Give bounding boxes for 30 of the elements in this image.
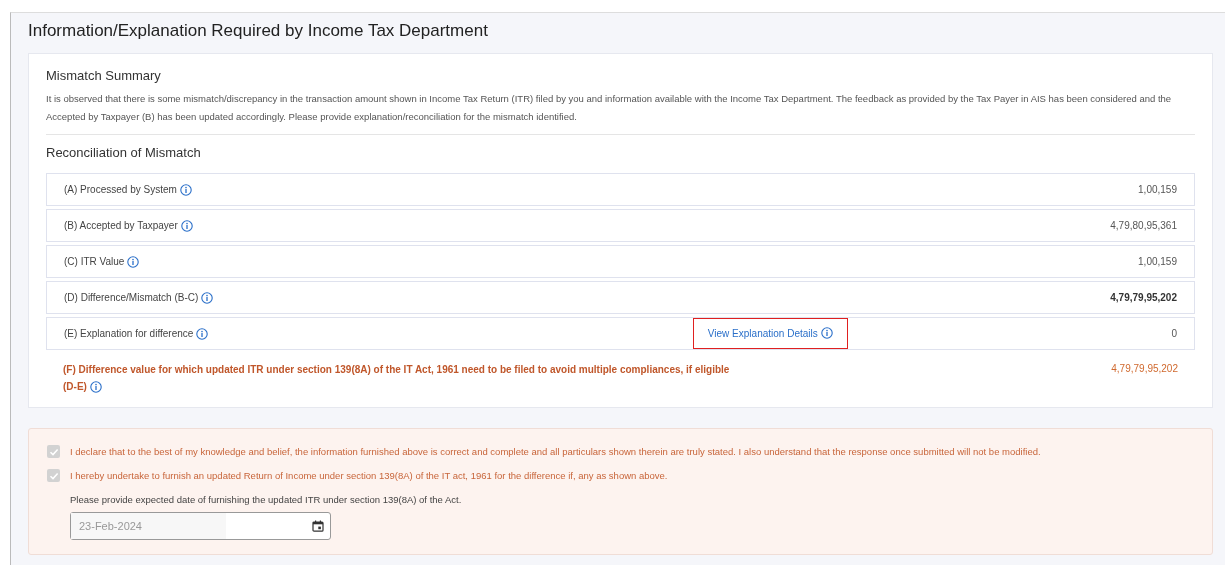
section-heading: Reconciliation of Mismatch	[46, 145, 202, 161]
summary-text: It is observed that there is some mismatch/discrepancy in the transaction amount shown in Income Tax Return (ITR) filed by you and information available with the Income Tax Department. The feedback as provided by the Tax Payer in AIS has been considered and the Accepted by Taxpayer (B) has been updated accordingly. Please provide explanation/reconciliation for the mismatch identified.	[46, 90, 1195, 135]
row-label: (E) Explanation for difference	[64, 327, 194, 339]
field-label: Please provide expected date of furnishing the updated ITR under section 139(8A) of the Act.	[70, 493, 463, 508]
row-value: 0	[1171, 326, 1177, 341]
view-details-link[interactable]: View Explanation Details	[692, 317, 848, 349]
row-value: 4,79,79,95,202	[1111, 361, 1178, 376]
info-icon[interactable]	[89, 380, 102, 393]
section-heading: Mismatch Summary	[46, 68, 162, 84]
info-icon[interactable]	[127, 255, 140, 268]
row-label: (F) Difference value for which updated ITR under section 139(8A) of the IT Act, 1961 need to be filed to avoid multiple compliances, if eligible	[63, 362, 730, 377]
declaration-text: I hereby undertake to furnish an updated Return of Income under section 139(8A) of the IT act, 1961 for the difference if, any as shown above.	[70, 468, 668, 483]
row-label: (D-E)	[63, 380, 87, 392]
calendar-icon[interactable]	[312, 520, 324, 533]
row-label: (D) Difference/Mismatch (B-C)	[64, 291, 199, 303]
date-field[interactable]: 23-Feb-2024	[70, 512, 331, 541]
row-value: 4,79,79,95,202	[1110, 290, 1177, 305]
row-value: 1,00,159	[1138, 182, 1177, 197]
info-icon[interactable]	[180, 219, 193, 232]
info-icon[interactable]	[820, 327, 833, 340]
row-value: 4,79,80,95,361	[1110, 218, 1177, 233]
info-icon[interactable]	[196, 327, 209, 340]
row-label: (B) Accepted by Taxpayer	[64, 219, 178, 231]
info-icon[interactable]	[201, 291, 214, 304]
info-icon[interactable]	[179, 183, 192, 196]
row-label: (C) ITR Value	[64, 255, 125, 267]
page-title: Information/Explanation Required by Income Tax Department	[28, 21, 489, 42]
row-label: (A) Processed by System	[64, 183, 177, 195]
declaration-text: I declare that to the best of my knowledge and belief, the information furnished above is correct and complete and all particulars shown therein are truly stated. I also understand that the response once submitted will not be modified.	[70, 444, 1041, 459]
row-value: 1,00,159	[1138, 254, 1177, 269]
